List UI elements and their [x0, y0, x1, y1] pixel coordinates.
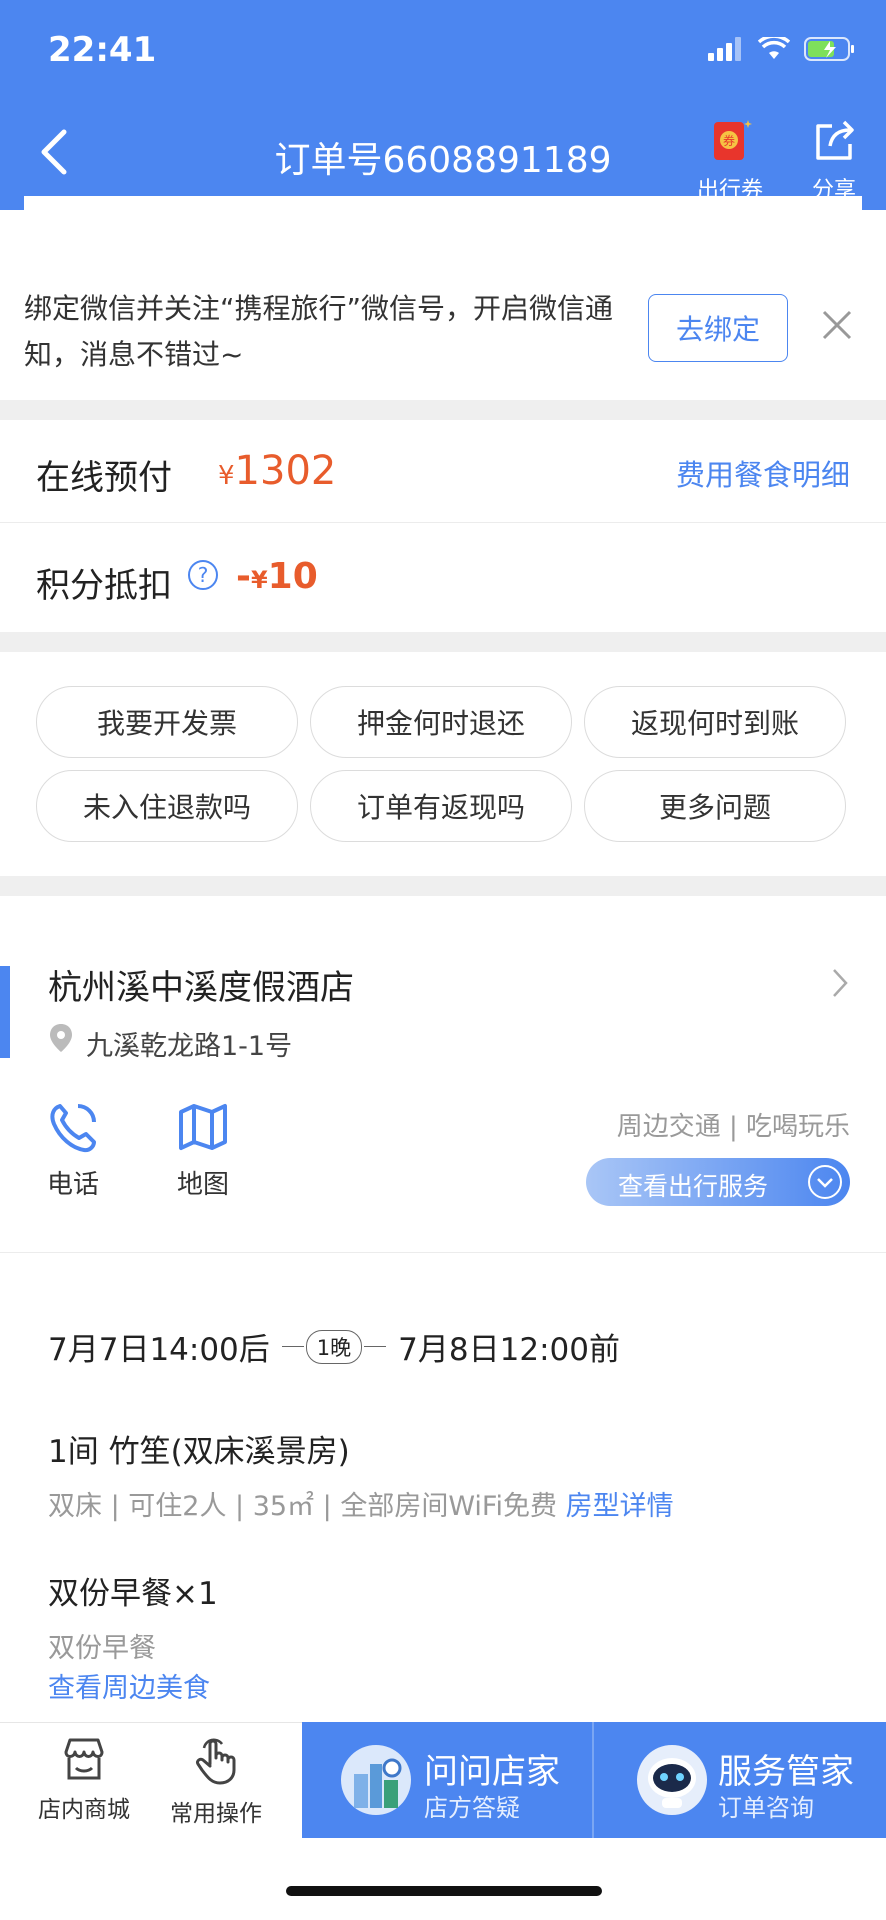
hotel-detail-chevron[interactable]	[830, 966, 850, 1004]
faq-cashback-chip[interactable]: 订单有返现吗	[310, 770, 572, 842]
checkin-time: 7月7日14:00后	[48, 1332, 270, 1368]
banner-close-button[interactable]	[820, 308, 854, 349]
service-butler-button[interactable]: 服务管家 订单咨询	[594, 1722, 886, 1838]
faq-invoice-chip[interactable]: 我要开发票	[36, 686, 298, 758]
faq-deposit-chip[interactable]: 押金何时退还	[310, 686, 572, 758]
points-amount: -¥10	[236, 556, 318, 597]
map-button[interactable]: 地图	[158, 1100, 248, 1201]
hotel-accent-bar	[0, 966, 10, 1058]
ask-store-subtitle: 店方答疑	[424, 1794, 520, 1822]
home-indicator[interactable]	[286, 1886, 602, 1896]
date-connector	[364, 1345, 387, 1348]
fee-detail-link[interactable]: 费用餐食明细	[676, 452, 850, 494]
nearby-info[interactable]: 周边交通 | 吃喝玩乐	[617, 1106, 850, 1143]
room-info-text: 双床 | 可住2人 | 35㎡ | 全部房间WiFi免费	[48, 1491, 557, 1522]
location-pin-icon	[48, 1022, 74, 1058]
minus-sign: -	[236, 556, 251, 597]
prepay-value: 1302	[234, 448, 337, 494]
room-detail-link[interactable]: 房型详情	[566, 1491, 674, 1522]
map-icon	[179, 1104, 227, 1150]
shop-button[interactable]: 店内商城	[24, 1736, 144, 1824]
hotel-address: 九溪乾龙路1-1号	[86, 1031, 293, 1062]
checkout-time: 7月8日12:00前	[398, 1332, 620, 1368]
ask-store-button[interactable]: 问问店家 店方答疑	[302, 1722, 592, 1838]
common-ops-button[interactable]: 常用操作	[156, 1736, 276, 1828]
red-packet-icon: 券	[714, 120, 752, 160]
currency-symbol: ¥	[250, 566, 268, 594]
nights-badge: 1晚	[305, 1329, 363, 1364]
common-ops-label: 常用操作	[170, 1801, 262, 1827]
signal-icon	[708, 37, 741, 61]
points-value: 10	[267, 556, 318, 597]
ask-store-title: 问问店家	[424, 1752, 560, 1792]
share-icon	[816, 120, 854, 160]
tap-hand-icon	[196, 1738, 236, 1785]
phone-icon	[50, 1104, 96, 1153]
stay-dates: 7月7日14:00后 1晚 7月8日12:00前	[48, 1324, 620, 1369]
room-info: 双床 | 可住2人 | 35㎡ | 全部房间WiFi免费 房型详情	[48, 1484, 674, 1523]
points-deduction-label: 积分抵扣	[36, 566, 172, 606]
currency-symbol: ¥	[218, 461, 235, 491]
wifi-icon	[758, 37, 790, 59]
bind-wechat-button[interactable]: 去绑定	[648, 294, 788, 362]
wechat-bind-text: 绑定微信并关注“携程旅行”微信号，开启微信通知，消息不错过~	[24, 292, 614, 371]
coupon-button[interactable]: 券 出行券	[690, 118, 770, 204]
store-avatar-icon	[341, 1745, 411, 1815]
status-time: 22:41	[48, 30, 157, 70]
divider	[0, 1252, 886, 1253]
robot-avatar-icon	[637, 1745, 707, 1815]
faq-refund-chip[interactable]: 未入住退款吗	[36, 770, 298, 842]
section-gap	[0, 876, 886, 896]
travel-service-button[interactable]: 查看出行服务	[586, 1158, 850, 1206]
card-edge	[24, 196, 862, 232]
chevron-right-icon	[833, 969, 848, 997]
hotel-name[interactable]: 杭州溪中溪度假酒店	[48, 960, 354, 1009]
help-icon[interactable]: ?	[188, 560, 218, 590]
close-icon	[822, 310, 852, 340]
battery-icon	[804, 37, 854, 61]
breakfast-title: 双份早餐×1	[48, 1576, 218, 1612]
section-gap	[0, 632, 886, 652]
faq-more-chip[interactable]: 更多问题	[584, 770, 846, 842]
date-connector	[281, 1345, 304, 1348]
service-butler-title: 服务管家	[718, 1752, 854, 1792]
nearby-food-link[interactable]: 查看周边美食	[48, 1666, 210, 1705]
status-icons	[708, 36, 856, 62]
svg-text:券: 券	[723, 133, 735, 148]
faq-cashback-time-chip[interactable]: 返现何时到账	[584, 686, 846, 758]
phone-label: 电话	[46, 1170, 99, 1200]
store-icon	[64, 1738, 104, 1780]
service-butler-subtitle: 订单咨询	[718, 1794, 814, 1822]
share-button[interactable]: 分享	[794, 118, 874, 204]
room-title: 1间 竹笙(双床溪景房)	[48, 1434, 350, 1470]
chevron-down-icon	[808, 1165, 842, 1199]
phone-button[interactable]: 电话	[28, 1100, 118, 1201]
online-prepay-label: 在线预付	[36, 458, 172, 498]
divider	[0, 522, 886, 523]
prepay-amount: ¥1302	[218, 448, 336, 494]
breakfast-subtitle: 双份早餐	[48, 1633, 156, 1664]
shop-label: 店内商城	[38, 1797, 130, 1823]
map-label: 地图	[176, 1170, 229, 1200]
travel-service-label: 查看出行服务	[618, 1172, 769, 1201]
